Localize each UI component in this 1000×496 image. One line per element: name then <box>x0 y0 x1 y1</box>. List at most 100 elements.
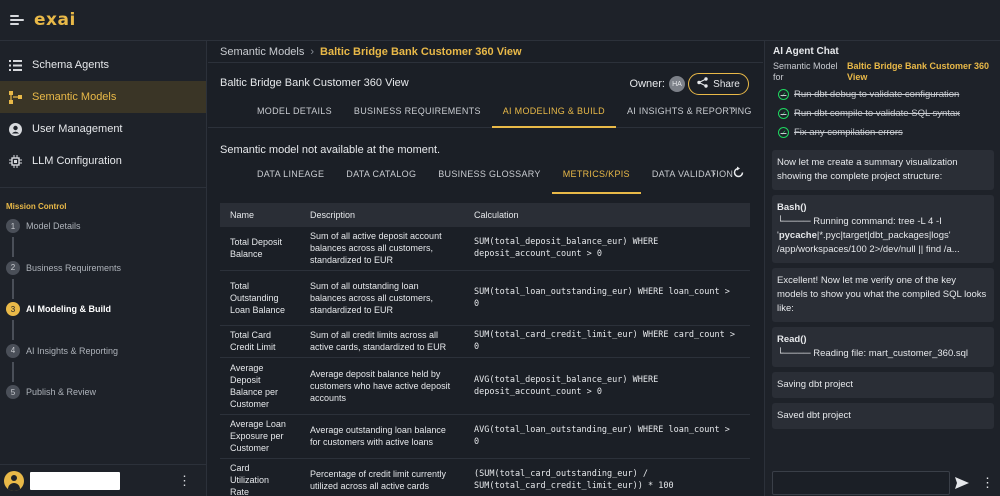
completed-task: ✓ Run dbt debug to validate configuratio… <box>772 85 994 104</box>
sub-tabs: DATA LINEAGE DATA CATALOG BUSINESS GLOSS… <box>208 166 763 194</box>
breadcrumb-separator: › <box>310 45 315 58</box>
app-logo: exai <box>34 10 76 30</box>
step-connector <box>12 320 14 340</box>
table-row: Total Card Credit Limit Sum of all credi… <box>220 325 750 358</box>
tool-name: Read() <box>777 334 807 345</box>
step-label: Business Requirements <box>26 262 122 273</box>
chat-messages: ✓ Run dbt debug to validate configuratio… <box>772 85 994 469</box>
mission-steps: 1 Model Details 2 Business Requirements … <box>0 211 206 427</box>
subtab-data-validation[interactable]: DATA VALIDATION <box>641 166 744 194</box>
sidebar-item-user-management[interactable]: User Management <box>0 113 206 145</box>
step-connector <box>12 361 14 382</box>
sidebar: Schema Agents Semantic Models User Manag… <box>0 41 207 496</box>
chip-icon <box>8 154 22 168</box>
check-circle-icon: ✓ <box>778 127 789 138</box>
metric-name: Card Utilization Rate <box>220 458 300 496</box>
metric-name: Total Outstanding Loan Balance <box>220 270 300 326</box>
owner-label: Owner: <box>629 78 665 90</box>
chat-context: Semantic Model for Baltic Bridge Bank Cu… <box>773 61 1000 83</box>
sidebar-item-semantic-models[interactable]: Semantic Models <box>0 81 206 113</box>
chat-title: AI Agent Chat <box>773 46 839 57</box>
step-number: 2 <box>6 260 20 275</box>
subtab-data-lineage[interactable]: DATA LINEAGE <box>246 166 335 194</box>
page-title: Baltic Bridge Bank Customer 360 View <box>220 77 409 89</box>
table-row: Card Utilization Rate Percentage of cred… <box>220 458 750 496</box>
sidebar-nav: Schema Agents Semantic Models User Manag… <box>0 41 206 177</box>
table-row: Average Loan Exposure per Customer Avera… <box>220 414 750 459</box>
metric-calculation: AVG(total_deposit_balance_eur) WHERE dep… <box>464 357 750 415</box>
column-header: Description <box>300 203 464 227</box>
send-icon[interactable] <box>955 476 969 492</box>
owner-avatar: HA <box>669 76 685 92</box>
status-message: Semantic model not available at the mome… <box>220 144 441 156</box>
step-model-details[interactable]: 1 Model Details <box>6 219 206 261</box>
tab-model-details[interactable]: MODEL DETAILS <box>246 103 343 128</box>
metric-description: Percentage of credit limit currently uti… <box>300 458 464 496</box>
table-row: Total Deposit Balance Sum of all active … <box>220 227 750 271</box>
mission-control-title: Mission Control <box>6 202 67 211</box>
chat-more-icon[interactable]: ⋮ <box>981 475 994 491</box>
list-icon <box>8 58 22 72</box>
sidebar-item-llm-configuration[interactable]: LLM Configuration <box>0 145 206 177</box>
sidebar-item-schema-agents[interactable]: Schema Agents <box>0 49 206 81</box>
completed-task: ✓ Fix any compilation errors <box>772 123 994 142</box>
step-ai-insights-reporting[interactable]: 4 AI Insights & Reporting <box>6 343 206 386</box>
subtab-data-catalog[interactable]: DATA CATALOG <box>335 166 427 194</box>
tab-business-requirements[interactable]: BUSINESS REQUIREMENTS <box>343 103 492 128</box>
more-vert-icon[interactable]: ⋮ <box>178 473 191 489</box>
metric-name: Total Deposit Balance <box>220 227 300 271</box>
tab-ai-insights-reporting[interactable]: AI INSIGHTS & REPORTING <box>616 103 763 128</box>
breadcrumb-root[interactable]: Semantic Models <box>220 46 304 58</box>
nodes-icon <box>8 90 22 104</box>
task-text: Run dbt debug to validate configuration <box>794 89 960 100</box>
refresh-icon[interactable] <box>732 166 746 180</box>
breadcrumb: Semantic Models › Baltic Bridge Bank Cus… <box>208 41 763 63</box>
share-button[interactable]: Share <box>688 73 749 95</box>
tool-detail-bold: pycache <box>778 230 817 241</box>
step-publish-review[interactable]: 5 Publish & Review <box>6 385 206 427</box>
step-number: 3 <box>6 302 20 316</box>
chat-message-tool: Read() └──── Reading file: mart_customer… <box>772 327 994 367</box>
metric-calculation: SUM(total_loan_outstanding_eur) WHERE lo… <box>464 270 750 326</box>
column-header: Name <box>220 203 300 227</box>
top-bar: exai <box>0 0 1000 41</box>
user-name-field[interactable] <box>30 471 120 490</box>
sidebar-item-label: Semantic Models <box>32 91 117 103</box>
menu-collapse-icon[interactable] <box>10 14 24 26</box>
avatar[interactable] <box>4 470 24 491</box>
check-circle-icon: ✓ <box>778 89 789 100</box>
subtab-metrics-kpis[interactable]: METRICS/KPIS <box>551 166 641 194</box>
chat-message: Excellent! Now let me verify one of the … <box>772 268 994 322</box>
step-label: Publish & Review <box>26 387 97 397</box>
metric-description: Average outstanding loan balance for cus… <box>300 414 464 459</box>
chevron-right-icon[interactable]: › <box>732 104 736 116</box>
owner-info: Owner: HA <box>630 76 685 92</box>
subtab-business-glossary[interactable]: BUSINESS GLOSSARY <box>427 166 551 194</box>
tool-detail: └──── Running command: tree -L 4 -I <box>777 216 942 227</box>
table-header-row: Name Description Calculation <box>220 203 750 227</box>
chat-header: AI Agent Chat Semantic Model for Baltic … <box>765 41 1000 83</box>
chat-input[interactable] <box>772 471 950 495</box>
metric-description: Sum of all active deposit account balanc… <box>300 227 464 271</box>
metric-description: Average deposit balance held by customer… <box>300 357 464 415</box>
user-circle-icon <box>8 122 22 136</box>
step-business-requirements[interactable]: 2 Business Requirements <box>6 260 206 303</box>
chat-message: Now let me create a summary visualizatio… <box>772 150 994 190</box>
step-ai-modeling-build[interactable]: 3 AI Modeling & Build <box>6 302 206 344</box>
title-row: Baltic Bridge Bank Customer 360 View Own… <box>208 63 763 103</box>
tool-detail: └──── Reading file: mart_customer_360.sq… <box>777 348 969 359</box>
chat-message: Saving dbt project <box>772 372 994 398</box>
share-icon <box>697 77 708 91</box>
tab-ai-modeling-build[interactable]: AI MODELING & BUILD <box>491 103 616 128</box>
chevron-right-icon[interactable]: › <box>712 168 716 180</box>
metric-name: Average Loan Exposure per Customer <box>220 414 300 459</box>
task-text: Run dbt compile to validate SQL syntax <box>794 108 960 119</box>
step-number: 1 <box>6 219 20 233</box>
step-connector <box>12 237 14 257</box>
step-connector <box>12 278 14 299</box>
message-text: Now let me create a summary visualizatio… <box>777 157 958 182</box>
ai-agent-chat-panel: AI Agent Chat Semantic Model for Baltic … <box>764 41 1000 496</box>
step-label: AI Modeling & Build <box>26 304 111 314</box>
check-circle-icon: ✓ <box>778 108 789 119</box>
metric-calculation: AVG(total_loan_outstanding_eur) WHERE lo… <box>464 414 750 459</box>
